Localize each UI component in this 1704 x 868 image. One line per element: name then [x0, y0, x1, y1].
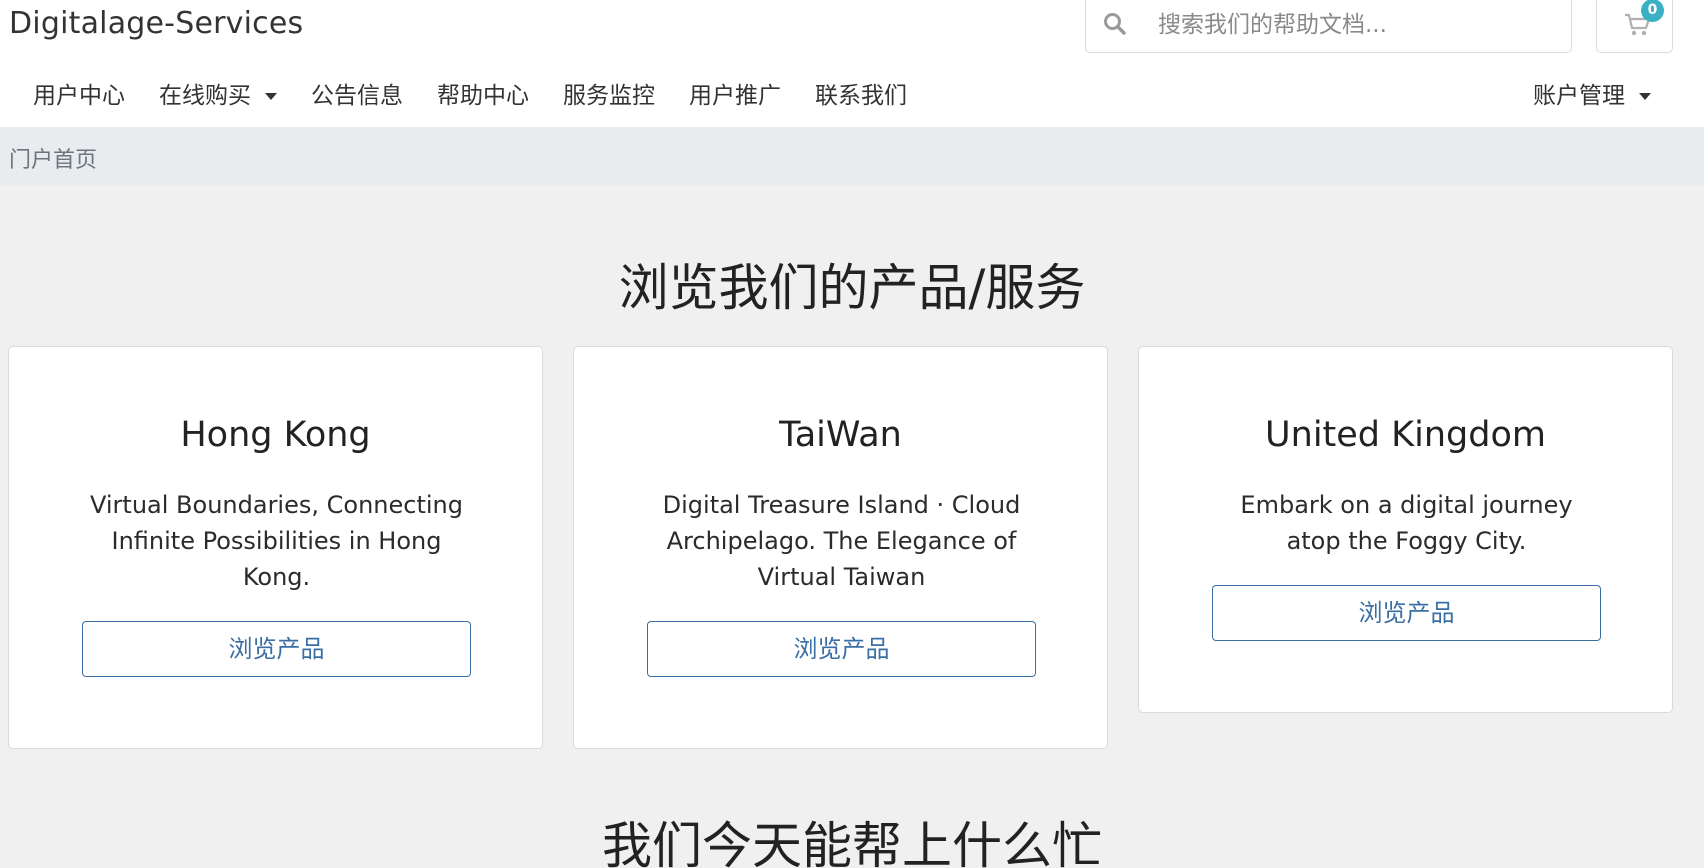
caret-down-icon [265, 92, 277, 100]
search-input[interactable] [1158, 5, 1558, 45]
account-menu-label: 账户管理 [1533, 83, 1625, 109]
nav-item-label: 服务监控 [563, 83, 655, 109]
nav-item-online-purchase[interactable]: 在线购买 [142, 74, 294, 118]
browse-products-button[interactable]: 浏览产品 [82, 621, 471, 677]
nav-item-affiliate[interactable]: 用户推广 [672, 74, 798, 118]
page: Digitalage-Services 0 用户中心 在线购买 [0, 0, 1704, 868]
cart-button[interactable]: 0 [1596, 0, 1673, 53]
nav-item-help-center[interactable]: 帮助中心 [420, 74, 546, 118]
product-card-hong-kong: Hong Kong Virtual Boundaries, Connecting… [8, 346, 543, 749]
product-card-description: Virtual Boundaries, Connecting Infinite … [90, 491, 463, 591]
nav-item-contact[interactable]: 联系我们 [798, 74, 924, 118]
product-card-title: United Kingdom [1265, 415, 1546, 455]
product-card-description: Digital Treasure Island · Cloud Archipel… [662, 491, 1021, 591]
product-card-title: TaiWan [779, 415, 902, 455]
breadcrumb: 门户首页 [0, 127, 1704, 185]
browse-products-button[interactable]: 浏览产品 [1212, 585, 1601, 641]
product-card-united-kingdom: United Kingdom Embark on a digital journ… [1138, 346, 1673, 713]
nav-item-user-center[interactable]: 用户中心 [16, 74, 142, 118]
nav-item-announcements[interactable]: 公告信息 [294, 74, 420, 118]
header: Digitalage-Services 0 用户中心 在线购买 [0, 0, 1704, 127]
nav-item-label: 帮助中心 [437, 83, 529, 109]
help-section-title: 我们今天能帮上什么忙 [602, 817, 1102, 868]
product-card-taiwan: TaiWan Digital Treasure Island · Cloud A… [573, 346, 1108, 749]
caret-down-icon [1639, 92, 1651, 100]
breadcrumb-current: 门户首页 [9, 148, 98, 173]
main-nav: 用户中心 在线购买 公告信息 帮助中心 服务监控 用户推广 联系我们 [16, 74, 924, 118]
cart-count-badge: 0 [1641, 0, 1664, 22]
nav-item-label: 公告信息 [311, 83, 403, 109]
nav-item-label: 在线购买 [159, 83, 251, 109]
brand-logo[interactable]: Digitalage-Services [9, 6, 303, 41]
nav-item-label: 用户中心 [33, 83, 125, 109]
nav-item-service-monitor[interactable]: 服务监控 [546, 74, 672, 118]
search-icon [1104, 13, 1126, 35]
account-menu[interactable]: 账户管理 [1516, 74, 1668, 118]
search-box[interactable] [1085, 0, 1572, 53]
products-section-title: 浏览我们的产品/服务 [618, 259, 1086, 317]
product-card-title: Hong Kong [180, 415, 371, 455]
product-card-description: Embark on a digital journey atop the Fog… [1240, 491, 1573, 555]
nav-item-label: 联系我们 [815, 83, 907, 109]
browse-products-button[interactable]: 浏览产品 [647, 621, 1036, 677]
nav-item-label: 用户推广 [689, 83, 781, 109]
